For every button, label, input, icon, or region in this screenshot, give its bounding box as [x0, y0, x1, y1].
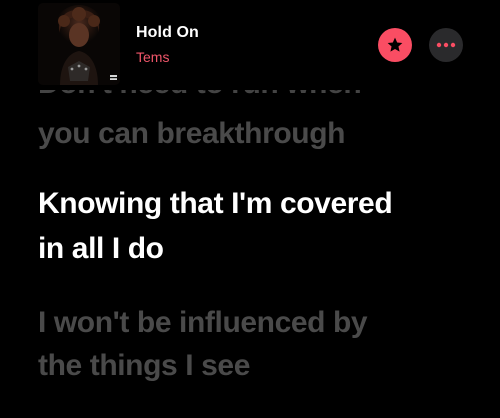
lyric-line-current-2[interactable]: in all I do	[38, 231, 478, 267]
track-artist[interactable]: Tems	[136, 49, 169, 65]
lyric-line-next-2[interactable]: the things I see	[38, 348, 478, 384]
album-artwork-image	[38, 3, 120, 85]
now-playing-header: Hold On Tems	[0, 0, 500, 92]
favorite-button[interactable]	[378, 28, 412, 62]
track-title[interactable]: Hold On	[136, 24, 199, 42]
star-icon	[387, 37, 403, 52]
lyric-line-previous[interactable]: you can breakthrough	[38, 116, 478, 152]
lyrics-screen: Don't need to run when you can breakthro…	[0, 0, 500, 418]
ellipsis-icon	[436, 42, 456, 48]
more-options-button[interactable]	[429, 28, 463, 62]
lyric-line-current-1[interactable]: Knowing that I'm covered	[38, 186, 478, 222]
lyric-line-next-1[interactable]: I won't be influenced by	[38, 305, 478, 341]
album-artwork[interactable]	[38, 3, 120, 85]
